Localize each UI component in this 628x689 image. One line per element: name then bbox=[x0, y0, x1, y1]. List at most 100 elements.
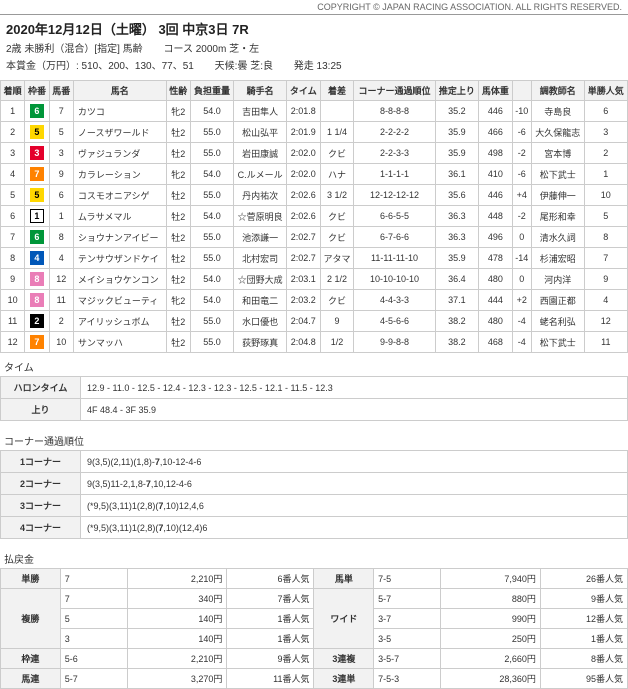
payout-amount: 990円 bbox=[441, 609, 541, 629]
col-header bbox=[512, 81, 531, 101]
race-cond: 2歳 未勝利（混合）[指定] 馬齢 bbox=[6, 44, 143, 55]
corner-label: 2コーナー bbox=[1, 473, 81, 495]
payout-pop: 1番人気 bbox=[540, 629, 627, 649]
payout-amount: 340円 bbox=[127, 589, 227, 609]
halon-value: 12.9 - 11.0 - 12.5 - 12.4 - 12.3 - 12.3 … bbox=[81, 377, 628, 399]
halon-label: ハロンタイム bbox=[1, 377, 81, 399]
payout-type: 枠連 bbox=[1, 649, 61, 669]
col-header: タイム bbox=[287, 81, 321, 101]
payout-type: 馬単 bbox=[314, 569, 374, 589]
payout-pop: 1番人気 bbox=[227, 629, 314, 649]
table-row: 768ショウナンアイビー牡255.0池添謙一2:02.7クビ6-7-6-636.… bbox=[1, 227, 628, 248]
payout-pop: 95番人気 bbox=[540, 669, 627, 689]
table-row: 1122アイリッシュボム牡255.0水口優也2:04.794-5-6-638.2… bbox=[1, 311, 628, 332]
col-header: 推定上り bbox=[435, 81, 478, 101]
race-weather: 天候:曇 芝:良 bbox=[215, 61, 273, 72]
table-row: 9812メイショウケンコン牡254.0☆団野大成2:03.12 1/210-10… bbox=[1, 269, 628, 290]
col-header: 調教師名 bbox=[531, 81, 584, 101]
frame-badge: 8 bbox=[30, 293, 44, 307]
frame-badge: 1 bbox=[30, 209, 44, 223]
race-course: コース 2000m 芝・左 bbox=[163, 44, 259, 55]
copyright: COPYRIGHT © JAPAN RACING ASSOCIATION. AL… bbox=[0, 0, 628, 14]
frame-badge: 5 bbox=[30, 188, 44, 202]
payout-amount: 880円 bbox=[441, 589, 541, 609]
col-header: 単勝人気 bbox=[584, 81, 627, 101]
frame-badge: 8 bbox=[30, 272, 44, 286]
payout-amount: 2,210円 bbox=[127, 649, 227, 669]
race-start: 発走 13:25 bbox=[294, 61, 342, 72]
payout-type: 3連複 bbox=[314, 649, 374, 669]
payout-combo: 3 bbox=[60, 629, 127, 649]
payout-amount: 250円 bbox=[441, 629, 541, 649]
payout-type: ワイド bbox=[314, 589, 374, 649]
results-table: 着順枠番馬番馬名性齢負担重量騎手名タイム着差コーナー通過順位推定上り馬体重調教師… bbox=[0, 80, 628, 353]
table-row: 255ノースザワールド牡255.0松山弘平2:01.91 1/42-2-2-23… bbox=[1, 122, 628, 143]
payout-combo: 7 bbox=[60, 589, 127, 609]
payout-pop: 9番人気 bbox=[227, 649, 314, 669]
frame-badge: 7 bbox=[30, 167, 44, 181]
table-row: 333ヴァジュランダ牡255.0岩田康誠2:02.0クビ2-2-3-335.94… bbox=[1, 143, 628, 164]
payout-type: 3連単 bbox=[314, 669, 374, 689]
corner-label: 1コーナー bbox=[1, 451, 81, 473]
table-row: 844テンサウザンドケイ牡255.0北村宏司2:02.7アタマ11-11-11-… bbox=[1, 248, 628, 269]
corner-label: 4コーナー bbox=[1, 517, 81, 539]
payout-combo: 5-7 bbox=[374, 589, 441, 609]
corner-label: 3コーナー bbox=[1, 495, 81, 517]
table-row: 10811マジックビューティ牝254.0和田竜二2:03.2クビ4-4-3-33… bbox=[1, 290, 628, 311]
col-header: 着順 bbox=[1, 81, 25, 101]
frame-badge: 5 bbox=[30, 125, 44, 139]
payout-pop: 1番人気 bbox=[227, 609, 314, 629]
payout-amount: 28,360円 bbox=[441, 669, 541, 689]
frame-badge: 6 bbox=[30, 230, 44, 244]
col-header: 枠番 bbox=[25, 81, 49, 101]
frame-badge: 4 bbox=[30, 251, 44, 265]
table-row: 611ムラサメマル牡254.0☆菅原明良2:02.6クビ6-6-5-536.34… bbox=[1, 206, 628, 227]
payout-combo: 3-5-7 bbox=[374, 649, 441, 669]
payout-pop: 8番人気 bbox=[540, 649, 627, 669]
payout-combo: 7-5 bbox=[374, 569, 441, 589]
corner-value: (*9,5)(3,11)1(2,8)(7,10)12,4,6 bbox=[81, 495, 628, 517]
time-section-title: タイム bbox=[0, 353, 628, 376]
agari-label: 上り bbox=[1, 399, 81, 421]
time-table: ハロンタイム12.9 - 11.0 - 12.5 - 12.4 - 12.3 -… bbox=[0, 376, 628, 421]
race-prize: 本賞金（万円）: 510、200、130、77、51 bbox=[6, 61, 194, 72]
col-header: 着差 bbox=[320, 81, 354, 101]
payout-pop: 11番人気 bbox=[227, 669, 314, 689]
payout-table: 単勝72,210円6番人気馬単7-57,940円26番人気複勝7340円7番人気… bbox=[0, 568, 628, 689]
frame-badge: 2 bbox=[30, 314, 44, 328]
payout-pop: 9番人気 bbox=[540, 589, 627, 609]
payout-combo: 3-7 bbox=[374, 609, 441, 629]
payout-combo: 3-5 bbox=[374, 629, 441, 649]
payout-combo: 5-7 bbox=[60, 669, 127, 689]
corner-value: (*9,5)(3,11)1(2,8)(7,10)(12,4)6 bbox=[81, 517, 628, 539]
col-header: コーナー通過順位 bbox=[354, 81, 435, 101]
col-header: 馬体重 bbox=[479, 81, 513, 101]
col-header: 負担重量 bbox=[190, 81, 233, 101]
race-header: 2020年12月12日（土曜） 3回 中京3日 7R 2歳 未勝利（混合）[指定… bbox=[0, 14, 628, 76]
race-title: 2020年12月12日（土曜） 3回 中京3日 7R bbox=[6, 19, 622, 38]
corner-section-title: コーナー通過順位 bbox=[0, 427, 628, 450]
payout-pop: 7番人気 bbox=[227, 589, 314, 609]
table-row: 479カラレーション牝254.0C.ルメール2:02.0ハナ1-1-1-136.… bbox=[1, 164, 628, 185]
payout-pop: 26番人気 bbox=[540, 569, 627, 589]
payout-type: 馬連 bbox=[1, 669, 61, 689]
table-row: 167カツコ牝254.0吉田隼人2:01.88-8-8-835.2446-10寺… bbox=[1, 101, 628, 122]
payout-amount: 140円 bbox=[127, 609, 227, 629]
frame-badge: 6 bbox=[30, 104, 44, 118]
payout-type: 複勝 bbox=[1, 589, 61, 649]
payout-combo: 5-6 bbox=[60, 649, 127, 669]
col-header: 騎手名 bbox=[234, 81, 287, 101]
payout-section-title: 払戻金 bbox=[0, 545, 628, 568]
corner-value: 9(3,5)11-2,1,8-7,10,12-4-6 bbox=[81, 473, 628, 495]
payout-amount: 2,210円 bbox=[127, 569, 227, 589]
payout-combo: 7-5-3 bbox=[374, 669, 441, 689]
payout-combo: 7 bbox=[60, 569, 127, 589]
table-row: 12710サンマッハ牡255.0荻野琢真2:04.81/29-9-8-838.2… bbox=[1, 332, 628, 353]
corner-table: 1コーナー9(3,5)(2,11)(1,8)-7,10-12-4-62コーナー9… bbox=[0, 450, 628, 539]
payout-type: 単勝 bbox=[1, 569, 61, 589]
agari-value: 4F 48.4 - 3F 35.9 bbox=[81, 399, 628, 421]
frame-badge: 7 bbox=[30, 335, 44, 349]
payout-amount: 140円 bbox=[127, 629, 227, 649]
payout-pop: 12番人気 bbox=[540, 609, 627, 629]
col-header: 馬番 bbox=[49, 81, 73, 101]
